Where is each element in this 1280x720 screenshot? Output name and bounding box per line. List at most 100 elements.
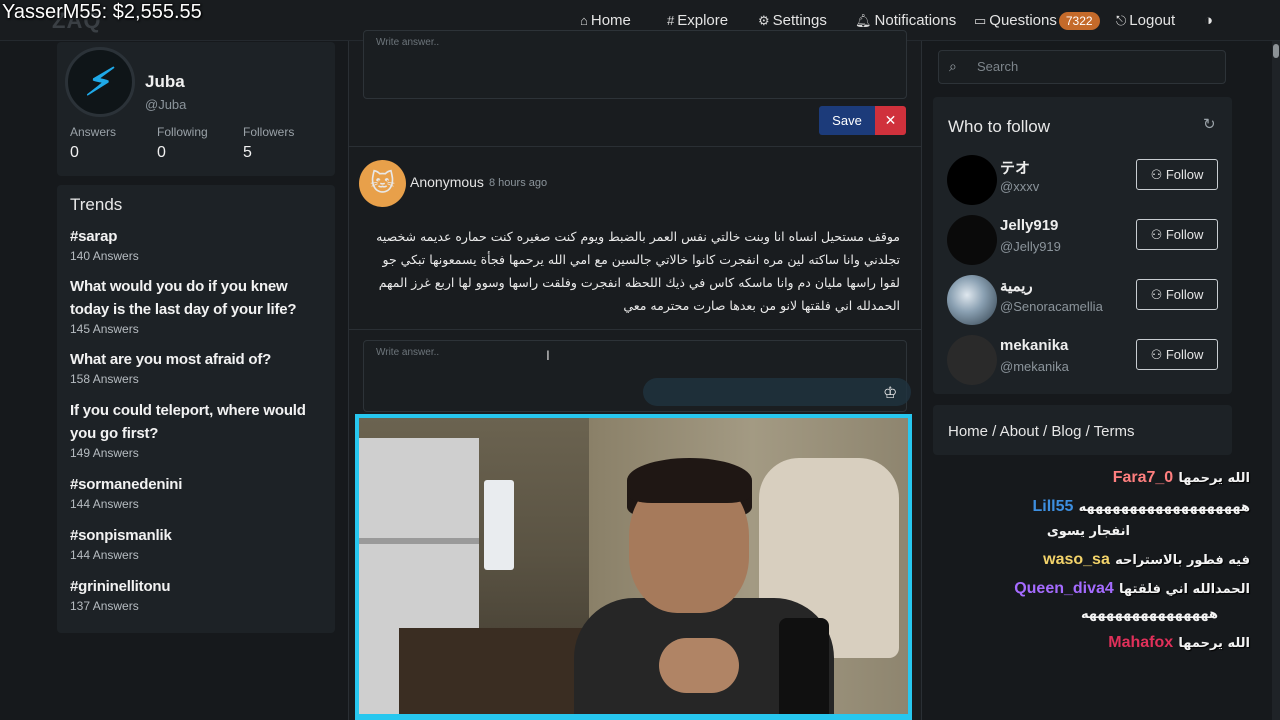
questions-count-badge: 7322 [1058, 11, 1100, 30]
refresh-icon[interactable]: ↻ [1203, 115, 1216, 133]
follow-label: Follow [1165, 346, 1204, 362]
gear-icon: ⚙ [758, 12, 770, 28]
user-name[interactable]: Jelly919 [1000, 217, 1058, 234]
trend-count: 149 Answers [70, 446, 139, 460]
nav-questions[interactable]: ▭ Questions 7322 [974, 0, 1100, 41]
trend-title: #sormanedenini [70, 476, 183, 493]
chat-message: waso_sa فيه فطور بالاستراحه [1043, 550, 1250, 569]
trend-count: 158 Answers [70, 372, 139, 386]
following-count: 0 [157, 144, 166, 161]
page-scrollbar[interactable] [1272, 41, 1280, 720]
theme-toggle[interactable]: ◑ [1204, 0, 1213, 41]
answer-placeholder: Write answer.. [376, 37, 440, 48]
followers-label: Followers [243, 125, 295, 139]
follow-suggestion: mekanika @mekanika ⚇ Follow [947, 335, 1227, 385]
follow-button[interactable]: ⚇ Follow [1136, 339, 1218, 370]
trend-title: #grininellitonu [70, 578, 171, 595]
post-divider [348, 329, 922, 330]
chat-username: Fara7_0 [1112, 469, 1174, 486]
follow-label: Follow [1165, 166, 1204, 182]
trend-count: 145 Answers [70, 322, 139, 336]
follow-label: Follow [1165, 226, 1204, 242]
chat-username: Mahafox [1108, 634, 1174, 651]
chat-username: Lill55 [1032, 498, 1074, 515]
text-cursor-icon: I [546, 347, 550, 363]
save-button[interactable]: Save [819, 106, 875, 135]
trend-item[interactable]: #sarap 140 Answers [70, 225, 330, 263]
search-input[interactable] [977, 59, 1207, 74]
answers-label: Answers [70, 125, 117, 139]
home-icon: ⌂ [580, 13, 588, 28]
chat-text-continued: انفجار يسوى [1046, 524, 1130, 539]
hash-icon: # [667, 13, 675, 28]
user-plus-icon: ⚇ [1150, 166, 1166, 182]
nav-questions-label: Questions [989, 12, 1057, 29]
crown-icon: ♔ [883, 385, 898, 402]
user-avatar[interactable] [947, 335, 997, 385]
trends-card: Trends #sarap 140 Answers What would you … [57, 185, 335, 633]
cam-person-hair-top [627, 458, 752, 503]
user-plus-icon: ⚇ [1150, 346, 1166, 362]
post-author[interactable]: Anonymous [410, 174, 484, 190]
follow-button[interactable]: ⚇ Follow [1136, 279, 1218, 310]
chat-message: Queen_diva4 الحمدالله اني فلقتها [1014, 579, 1250, 598]
trend-title: #sonpismanlik [70, 527, 172, 544]
anonymous-avatar[interactable]: 🐱︎ [359, 160, 406, 207]
trend-item[interactable]: #grininellitonu 137 Answers [70, 575, 330, 613]
chat-text: الحمدالله اني فلقتها [1119, 582, 1250, 597]
cam-bottom-bar [359, 714, 908, 720]
trend-title: What are you most afraid of? [70, 351, 272, 368]
scrollbar-thumb[interactable] [1273, 44, 1279, 58]
user-name[interactable]: ريمية [1000, 277, 1033, 295]
user-handle: @Jelly919 [1000, 239, 1061, 254]
footer-links[interactable]: Home / About / Blog / Terms [948, 423, 1134, 440]
stream-toolbar [643, 378, 911, 406]
follow-button[interactable]: ⚇ Follow [1136, 159, 1218, 190]
post-question-text: موقف مستحيل انساه انا وبنت خالتي نفس الع… [376, 229, 900, 313]
user-name[interactable]: テオ [1000, 157, 1030, 178]
nav-settings-label: Settings [772, 12, 827, 29]
user-avatar[interactable] [947, 275, 997, 325]
trend-item[interactable]: #sormanedenini 144 Answers [70, 473, 330, 511]
trend-item[interactable]: What would you do if you knew today is t… [70, 275, 330, 336]
logout-icon: ⎋ [1116, 12, 1127, 28]
user-plus-icon: ⚇ [1150, 286, 1166, 302]
post-divider [348, 146, 922, 147]
cancel-button[interactable]: ✕ [875, 106, 906, 135]
cam-person-hands [659, 638, 739, 693]
nav-home-label: Home [590, 12, 631, 29]
trend-title: If you could teleport, where would you g… [70, 402, 306, 442]
nav-logout-label: Logout [1129, 12, 1176, 29]
trend-item[interactable]: If you could teleport, where would you g… [70, 399, 330, 460]
search-box[interactable]: ⌕ [938, 50, 1226, 84]
answer-input[interactable]: Write answer.. [363, 30, 907, 99]
user-name[interactable]: mekanika [1000, 337, 1068, 354]
follow-label: Follow [1165, 286, 1204, 302]
follow-suggestion: Jelly919 @Jelly919 ⚇ Follow [947, 215, 1227, 265]
user-handle: @xxxv [1000, 179, 1040, 194]
search-icon: ⌕ [949, 58, 957, 74]
user-plus-icon: ⚇ [1150, 226, 1166, 242]
post-time: 8 hours ago [489, 177, 548, 189]
cam-console [484, 480, 514, 570]
followers-count: 5 [243, 144, 252, 161]
trend-item[interactable]: #sonpismanlik 144 Answers [70, 524, 330, 562]
answer-placeholder: Write answer.. [376, 347, 440, 358]
nav-logout[interactable]: ⎋ Logout [1116, 0, 1175, 41]
user-handle: @mekanika [1000, 359, 1069, 374]
trend-item[interactable]: What are you most afraid of? 158 Answers [70, 348, 330, 386]
cam-microphone [779, 618, 829, 720]
webcam-overlay [355, 414, 912, 720]
user-avatar[interactable] [947, 155, 997, 205]
follow-button[interactable]: ⚇ Follow [1136, 219, 1218, 250]
profile-avatar[interactable]: ⚡︎ [65, 47, 135, 117]
profile-name[interactable]: Juba [145, 72, 185, 92]
trends-title: Trends [70, 195, 123, 214]
bolt-icon: ⚡︎ [82, 61, 118, 104]
answers-count: 0 [70, 144, 79, 161]
user-avatar[interactable] [947, 215, 997, 265]
chat-message: Lill55 هههههههههههههههههههه [1032, 497, 1250, 516]
stream-donation-overlay: YasserM55: $2,555.55 [2, 1, 202, 23]
profile-card: ⚡︎ Juba @Juba Answers 0 Following 0 Foll… [57, 42, 335, 176]
trend-count: 144 Answers [70, 548, 139, 562]
